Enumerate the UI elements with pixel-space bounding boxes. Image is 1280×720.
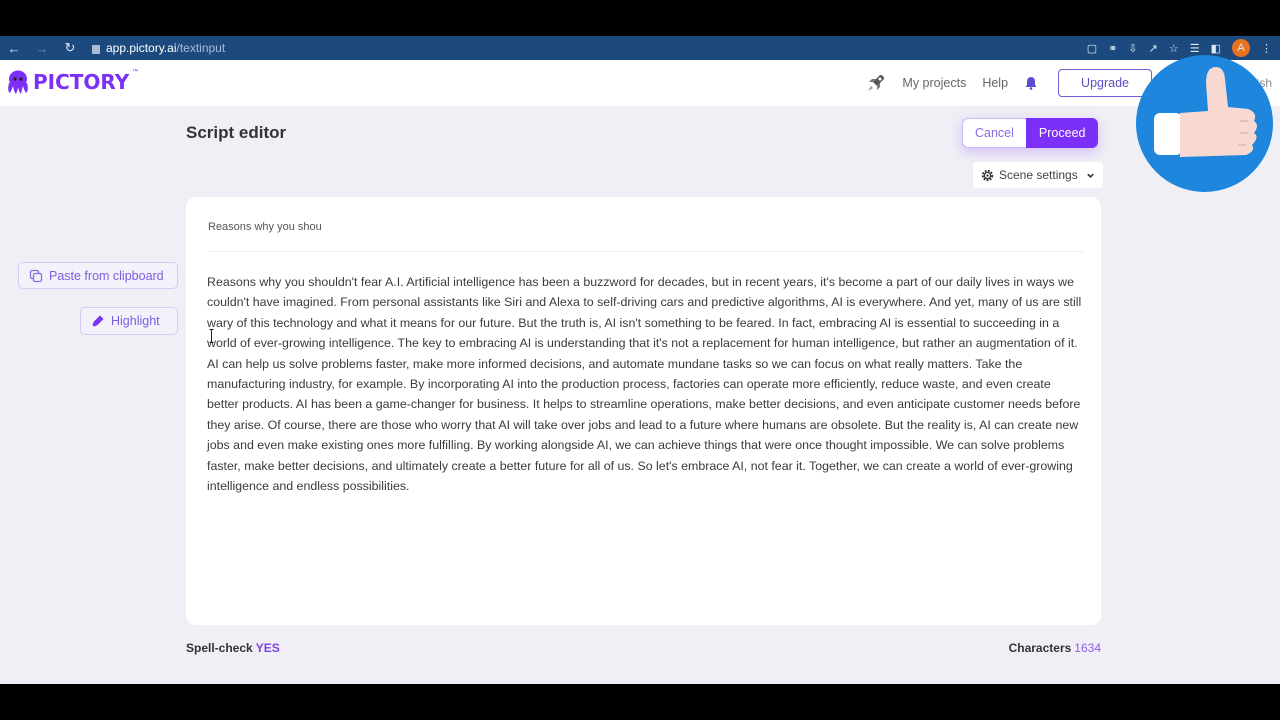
address-bar[interactable]: app.pictory.ai/textinput <box>92 41 225 55</box>
help-link[interactable]: Help <box>982 76 1008 90</box>
media-icon[interactable]: ☰ <box>1190 42 1200 55</box>
page-title: Script editor <box>186 123 287 142</box>
forward-icon[interactable]: → <box>28 41 56 56</box>
scene-settings-label: Scene settings <box>999 168 1078 182</box>
spell-check-toggle[interactable]: YES <box>256 641 280 655</box>
reload-icon[interactable]: ↻ <box>56 40 84 56</box>
copy-icon <box>29 269 43 282</box>
gear-icon <box>981 169 994 181</box>
clipboard-icon[interactable]: ▢ <box>1087 42 1097 55</box>
script-text-area[interactable]: Reasons why you shouldn't fear A.I. Arti… <box>207 272 1082 496</box>
character-count: Characters 1634 <box>1009 641 1101 655</box>
highlight-label: Highlight <box>111 314 160 328</box>
rocket-icon[interactable] <box>866 73 886 93</box>
url-host: app.pictory.ai <box>106 41 177 55</box>
logo[interactable]: PICTORY ™ <box>6 69 138 95</box>
spell-check-status: Spell-check YES <box>186 641 280 655</box>
script-editor-card: Reasons why you shou Reasons why you sho… <box>186 197 1101 625</box>
characters-label: Characters <box>1008 641 1072 655</box>
top-nav: PICTORY ™ My projects Help Upgrade ish <box>0 60 1280 106</box>
browser-toolbar: ← → ↻ app.pictory.ai/textinput ▢ ⚭ ⇩ ↗ ☆… <box>0 36 1280 60</box>
action-buttons: Cancel Proceed <box>962 118 1099 148</box>
thumbs-up-overlay <box>1136 55 1273 192</box>
back-icon[interactable]: ← <box>0 41 28 56</box>
title-divider <box>208 251 1083 252</box>
paste-from-clipboard-button[interactable]: Paste from clipboard <box>18 262 178 289</box>
thumbs-up-icon <box>1154 67 1257 157</box>
share-icon[interactable]: ↗ <box>1149 42 1158 55</box>
logo-text: PICTORY <box>33 70 130 94</box>
script-title-input[interactable]: Reasons why you shou <box>208 221 322 233</box>
marker-icon <box>92 315 104 327</box>
sidebar-icon[interactable]: ◧ <box>1211 42 1221 55</box>
cancel-button[interactable]: Cancel <box>962 118 1026 148</box>
profile-avatar[interactable]: A <box>1232 39 1250 57</box>
letterbox-bottom <box>0 684 1280 720</box>
proceed-button[interactable]: Proceed <box>1025 118 1099 148</box>
menu-icon[interactable]: ⋮ <box>1261 42 1272 55</box>
key-icon[interactable]: ⚭ <box>1108 42 1117 55</box>
install-icon[interactable]: ⇩ <box>1128 42 1137 55</box>
app: PICTORY ™ My projects Help Upgrade ish S… <box>0 60 1280 684</box>
screen: ← → ↻ app.pictory.ai/textinput ▢ ⚭ ⇩ ↗ ☆… <box>0 0 1280 720</box>
bell-icon[interactable] <box>1024 76 1038 90</box>
trademark: ™ <box>132 69 139 75</box>
nav-links: My projects Help Upgrade <box>866 69 1152 97</box>
octopus-logo-icon <box>8 70 28 94</box>
url-path: /textinput <box>176 41 226 55</box>
characters-value: 1634 <box>1074 641 1101 655</box>
spell-check-label: Spell-check <box>186 641 253 655</box>
paste-label: Paste from clipboard <box>49 268 164 283</box>
text-cursor-icon <box>209 329 214 343</box>
star-icon[interactable]: ☆ <box>1169 42 1179 55</box>
lock-icon <box>92 44 100 54</box>
highlight-button[interactable]: Highlight <box>80 307 178 335</box>
my-projects-link[interactable]: My projects <box>902 76 966 90</box>
chevron-down-icon <box>1086 173 1094 178</box>
scene-settings-dropdown[interactable]: Scene settings <box>973 162 1103 188</box>
upgrade-button[interactable]: Upgrade <box>1058 69 1152 97</box>
